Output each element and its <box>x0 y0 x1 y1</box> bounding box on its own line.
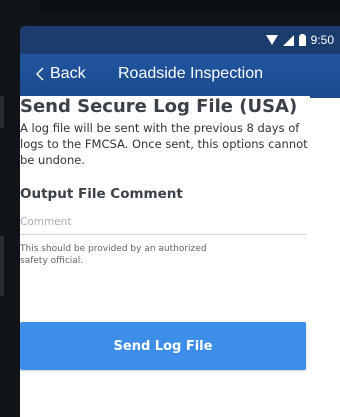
battery-icon <box>298 34 306 46</box>
page-description: A log file will be sent with the previou… <box>20 121 308 167</box>
status-time: 9:50 <box>310 33 334 47</box>
phone-speaker-edge <box>40 0 340 12</box>
comment-input[interactable] <box>20 212 306 235</box>
app-bar: Back Roadside Inspection <box>20 54 340 98</box>
phone-side-button <box>0 96 4 128</box>
status-icons: 9:50 <box>265 31 334 49</box>
status-bar: 9:50 <box>20 26 340 54</box>
section-title-output-comment: Output File Comment <box>20 186 183 202</box>
page-title: Send Secure Log File (USA) <box>20 96 298 117</box>
wifi-icon <box>265 35 278 45</box>
signal-icon <box>282 34 294 46</box>
back-label: Back <box>50 65 86 82</box>
send-log-file-button[interactable]: Send Log File <box>20 322 306 370</box>
main-content: Send Secure Log File (USA) A log file wi… <box>20 96 310 267</box>
app-bar-title: Roadside Inspection <box>118 65 263 82</box>
chevron-left-icon <box>36 67 44 81</box>
phone-frame: 9:50 Back Roadside Inspection Send Secur… <box>0 0 340 417</box>
back-button[interactable]: Back <box>36 65 86 83</box>
helper-text: This should be provided by an authorized… <box>20 244 207 266</box>
phone-side-button <box>0 236 4 296</box>
